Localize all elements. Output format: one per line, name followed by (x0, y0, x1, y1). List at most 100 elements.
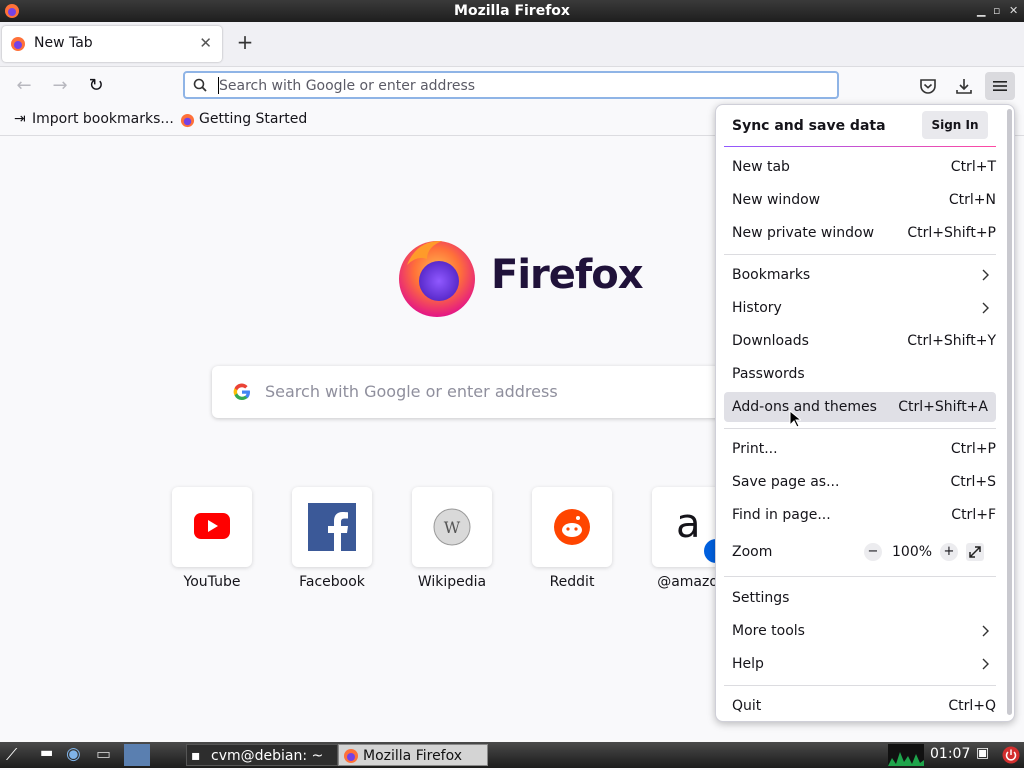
taskbar-item-label: cvm@debian: ~ (211, 748, 324, 764)
menu-item-label: Bookmarks (732, 267, 811, 283)
tab-new-tab[interactable]: New Tab ✕ (2, 26, 222, 62)
menu-item-history[interactable]: History (724, 293, 996, 323)
bookmark-import[interactable]: Import bookmarks... (32, 111, 174, 127)
menu-item-zoom: Zoom − 100% + (724, 537, 996, 567)
content-search-box[interactable]: Search with Google or enter address (212, 366, 772, 418)
downloads-icon[interactable] (955, 77, 973, 95)
chevron-right-icon (982, 625, 989, 637)
top-site-reddit[interactable]: Reddit (532, 487, 612, 590)
menu-item-downloads[interactable]: Downloads Ctrl+Shift+Y (724, 326, 996, 356)
google-icon (233, 383, 250, 401)
minimize-icon[interactable]: ▁ (977, 0, 985, 22)
menu-item-new-private-window[interactable]: New private window Ctrl+Shift+P (724, 218, 996, 248)
pocket-icon[interactable] (919, 78, 937, 94)
menu-item-shortcut: Ctrl+P (950, 441, 996, 457)
taskbar-item-firefox[interactable]: Mozilla Firefox (338, 744, 488, 766)
cpu-monitor-graph (888, 744, 924, 766)
menu-item-help[interactable]: Help (724, 649, 996, 679)
menu-item-new-tab[interactable]: New tab Ctrl+T (724, 152, 996, 182)
start-menu-icon[interactable]: ⟋ (6, 745, 17, 765)
menu-item-shortcut: Ctrl+Q (948, 698, 996, 714)
menu-item-passwords[interactable]: Passwords (724, 359, 996, 389)
menu-item-label: Passwords (732, 366, 805, 382)
menu-item-label: New private window (732, 225, 875, 241)
show-desktop-icon[interactable]: ▬ (40, 745, 53, 761)
firefox-tab-icon (11, 37, 25, 51)
top-site-facebook[interactable]: Facebook (292, 487, 372, 590)
menu-item-shortcut: Ctrl+Shift+P (907, 225, 996, 241)
menu-item-addons-and-themes[interactable]: Add-ons and themes Ctrl+Shift+A (724, 392, 996, 422)
sync-title: Sync and save data (732, 118, 886, 134)
svg-text:W: W (444, 518, 461, 537)
new-tab-button[interactable]: + (234, 30, 256, 54)
menu-item-label: Find in page... (732, 507, 831, 523)
menu-item-shortcut: Ctrl+T (950, 159, 996, 175)
fullscreen-icon[interactable] (966, 543, 984, 561)
close-window-icon[interactable]: ✕ (1009, 0, 1018, 22)
network-icon[interactable]: ▣ (976, 745, 989, 761)
menu-separator (724, 254, 996, 255)
menu-item-label: History (732, 300, 782, 316)
top-site-youtube[interactable]: YouTube (172, 487, 252, 590)
menu-item-settings[interactable]: Settings (724, 583, 996, 613)
app-menu-button[interactable] (985, 72, 1015, 100)
menu-item-label: Print... (732, 441, 778, 457)
file-manager-icon[interactable]: ▭ (96, 744, 111, 763)
firefox-logo (399, 240, 475, 317)
menu-item-shortcut: Ctrl+Shift+Y (907, 333, 996, 349)
menu-item-label: Zoom (732, 544, 773, 560)
top-site-wikipedia[interactable]: W Wikipedia (412, 487, 492, 590)
window-titlebar: Mozilla Firefox ▁ ▫ ✕ (0, 0, 1024, 22)
sign-in-button[interactable]: Sign In (922, 111, 988, 139)
tab-strip: New Tab ✕ + (0, 22, 1024, 67)
reddit-icon (554, 509, 590, 545)
menu-item-label: Add-ons and themes (732, 399, 877, 415)
menu-item-label: Settings (732, 590, 790, 606)
zoom-level[interactable]: 100% (892, 537, 932, 567)
firefox-launcher-icon[interactable] (124, 744, 150, 766)
top-site-label: Facebook (299, 574, 365, 590)
browser-launcher-icon[interactable]: ◉ (66, 744, 81, 764)
window-title: Mozilla Firefox (454, 3, 570, 19)
chevron-right-icon (982, 658, 989, 670)
menu-item-label: Save page as... (732, 474, 840, 490)
search-icon (193, 78, 207, 92)
url-bar[interactable] (183, 71, 839, 99)
tab-close-icon[interactable]: ✕ (199, 34, 212, 52)
zoom-out-button[interactable]: − (864, 543, 882, 561)
taskbar-item-terminal[interactable]: ▪ cvm@debian: ~ (186, 744, 338, 766)
reload-icon[interactable]: ↻ (83, 74, 109, 98)
zoom-in-button[interactable]: + (940, 543, 958, 561)
youtube-icon (194, 513, 230, 539)
app-menu-panel: Sync and save data Sign In New tab Ctrl+… (715, 104, 1015, 722)
menu-item-find-in-page[interactable]: Find in page... Ctrl+F (724, 500, 996, 530)
tab-label: New Tab (34, 35, 93, 51)
menu-separator (724, 685, 996, 686)
menu-item-shortcut: Ctrl+Shift+A (898, 399, 988, 415)
menu-item-label: New window (732, 192, 821, 208)
menu-item-print[interactable]: Print... Ctrl+P (724, 434, 996, 464)
menu-item-more-tools[interactable]: More tools (724, 616, 996, 646)
firefox-wordmark: Firefox (491, 252, 644, 298)
menu-separator (724, 146, 996, 147)
menu-item-new-window[interactable]: New window Ctrl+N (724, 185, 996, 215)
menu-item-label: New tab (732, 159, 790, 175)
back-arrow-icon[interactable]: ← (11, 74, 37, 98)
menu-item-save-page-as[interactable]: Save page as... Ctrl+S (724, 467, 996, 497)
power-icon[interactable] (1002, 746, 1020, 764)
wikipedia-icon: W (433, 508, 471, 546)
terminal-icon: ▪ (191, 748, 201, 764)
facebook-icon (308, 503, 356, 551)
menu-item-shortcut: Ctrl+F (951, 507, 996, 523)
menu-scrollbar[interactable] (1007, 109, 1012, 715)
navigation-toolbar: ← → ↻ (0, 67, 1024, 105)
clock: 01:07 (930, 746, 971, 762)
menu-item-quit[interactable]: Quit Ctrl+Q (724, 691, 996, 721)
hamburger-icon (993, 81, 1007, 91)
forward-arrow-icon[interactable]: → (47, 74, 73, 98)
menu-item-bookmarks[interactable]: Bookmarks (724, 260, 996, 290)
menu-item-shortcut: Ctrl+N (948, 192, 996, 208)
maximize-icon[interactable]: ▫ (993, 0, 1000, 22)
url-input[interactable] (217, 75, 821, 97)
bookmark-getting-started[interactable]: Getting Started (199, 111, 307, 127)
